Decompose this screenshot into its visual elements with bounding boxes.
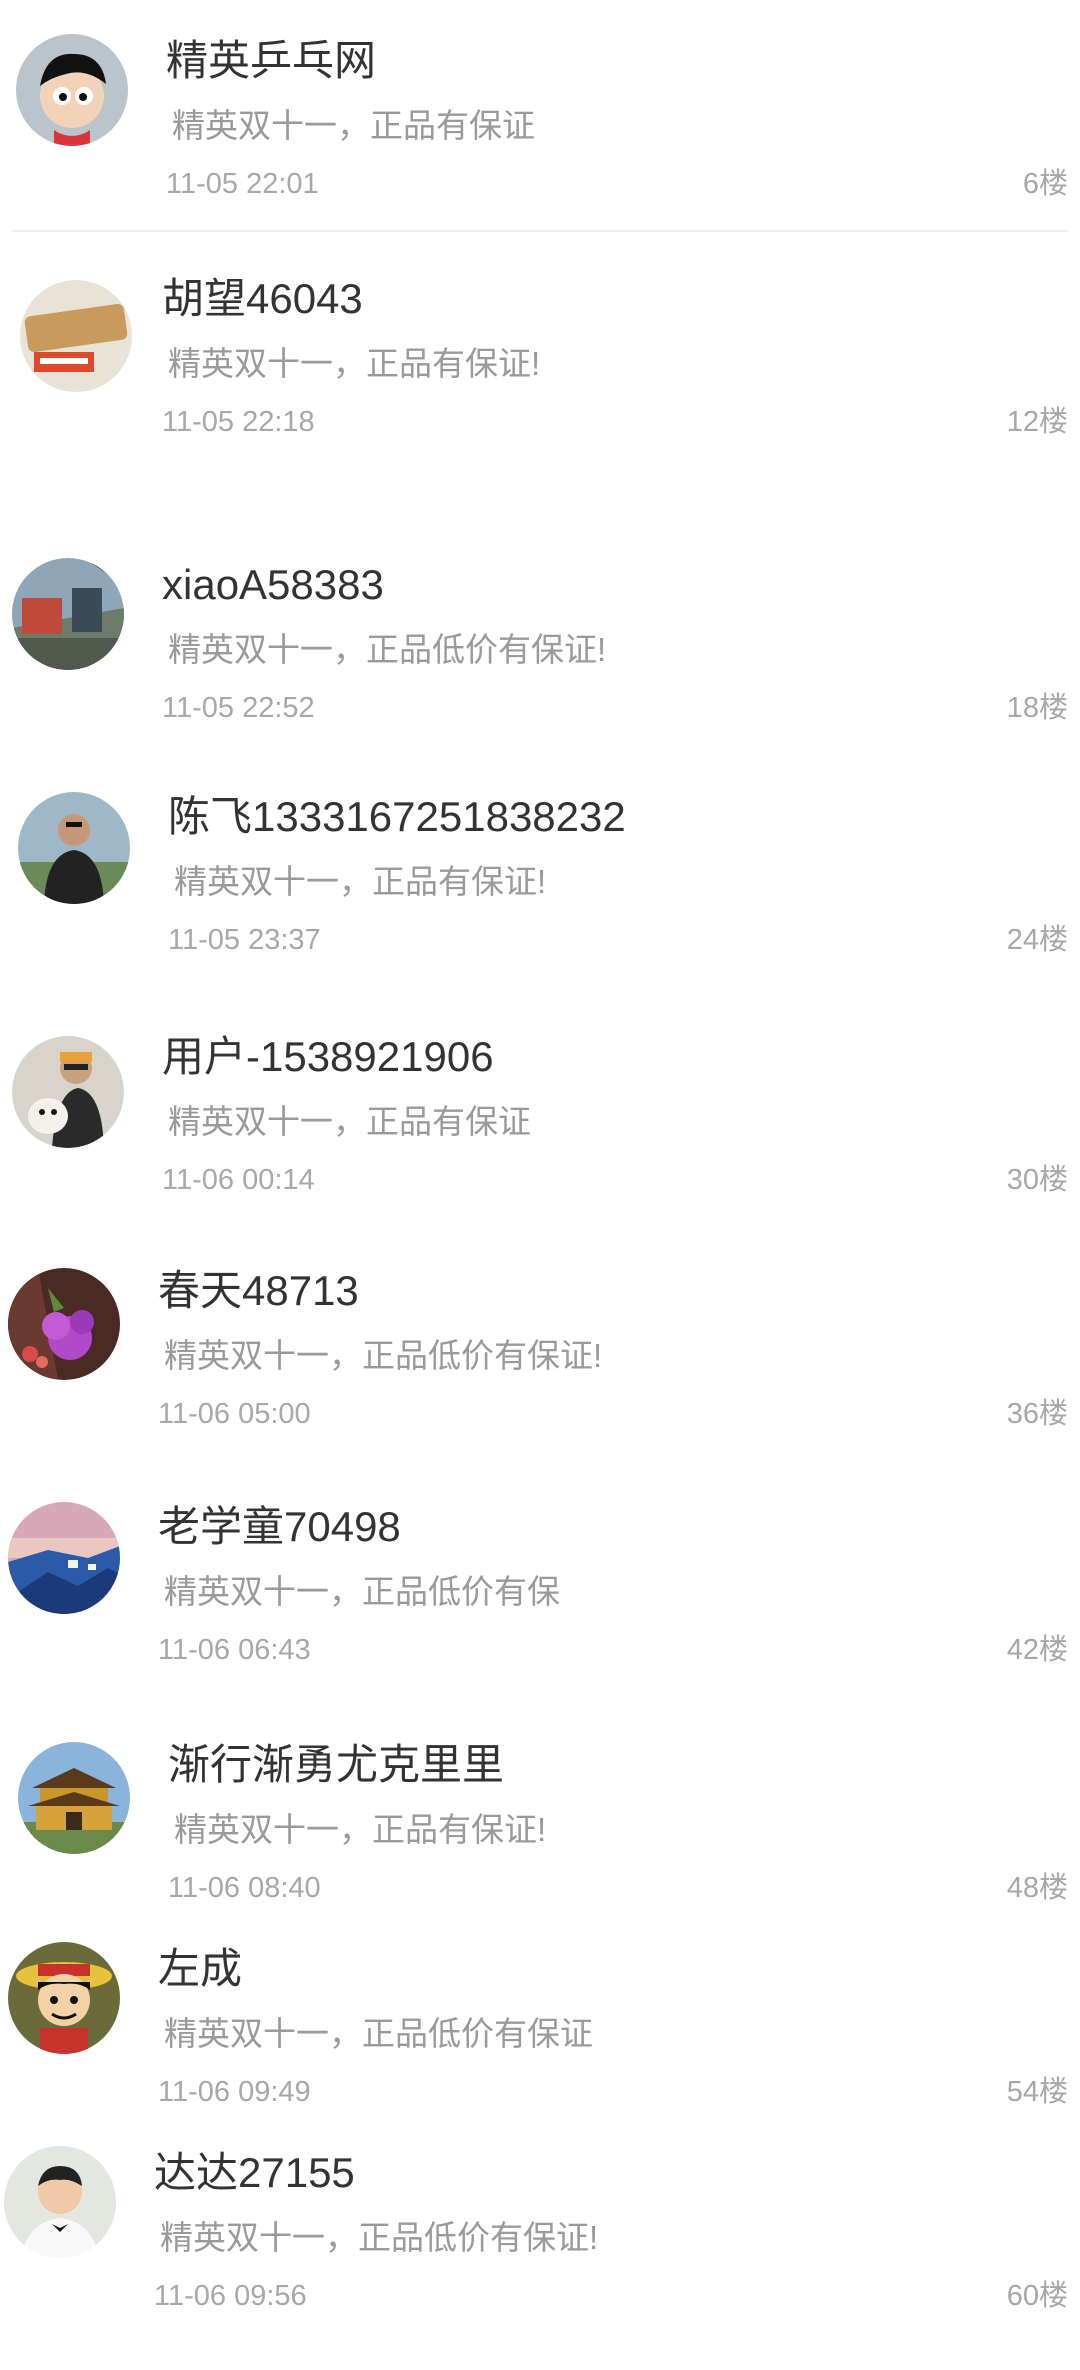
username[interactable]: 老学童70498 [158, 1502, 401, 1552]
temple-avatar[interactable] [18, 1742, 130, 1854]
username[interactable]: 春天48713 [158, 1266, 359, 1316]
comment-text: 精英双十一，正品有保证! [168, 345, 541, 382]
comment-text: 精英双十一，正品低价有保 [164, 1573, 560, 1610]
timestamp: 11-05 22:01 [166, 168, 319, 200]
comment-text: 精英双十一，正品有保证! [174, 1811, 547, 1848]
comment-text: 精英双十一，正品有保证 [168, 1103, 531, 1140]
young-man-portrait-avatar[interactable] [4, 2146, 116, 2258]
floor-number: 30楼 [1006, 1164, 1068, 1196]
floor-number: 42楼 [1006, 1634, 1068, 1666]
timestamp: 11-06 00:14 [162, 1164, 315, 1196]
username[interactable]: 用户-1538921906 [162, 1032, 494, 1082]
timestamp: 11-06 05:00 [158, 1398, 311, 1430]
timestamp: 11-06 09:49 [158, 2076, 311, 2108]
username[interactable]: 精英乒乓网 [166, 36, 376, 86]
street-scene-avatar[interactable] [12, 558, 124, 670]
floor-number: 60楼 [1006, 2280, 1068, 2312]
username[interactable]: 渐行渐勇尤克里里 [168, 1740, 504, 1790]
floor-number: 54楼 [1006, 2076, 1068, 2108]
comment-text: 精英双十一，正品低价有保证! [160, 2219, 599, 2256]
comment-text: 精英双十一，正品低价有保证 [164, 2015, 593, 2052]
comment-text: 精英双十一，正品低价有保证! [168, 631, 607, 668]
username[interactable]: xiaoA58383 [162, 560, 384, 610]
purple-flower-avatar[interactable] [8, 1268, 120, 1380]
floor-number: 6楼 [1022, 168, 1068, 200]
comment-text: 精英双十一，正品低价有保证! [164, 1337, 603, 1374]
floor-number: 18楼 [1006, 692, 1068, 724]
timestamp: 11-05 22:18 [162, 406, 315, 438]
straw-hat-cartoon-avatar[interactable] [8, 1942, 120, 2054]
floor-number: 12楼 [1006, 406, 1068, 438]
selfie-dog-avatar[interactable] [12, 1036, 124, 1148]
timestamp: 11-05 22:52 [162, 692, 315, 724]
floor-number: 24楼 [1006, 924, 1068, 956]
wood-sign-avatar[interactable] [20, 280, 132, 392]
username[interactable]: 陈飞1333167251838232 [168, 792, 626, 842]
floor-number: 48楼 [1006, 1872, 1068, 1904]
username[interactable]: 左成 [158, 1944, 242, 1994]
timestamp: 11-06 09:56 [154, 2280, 307, 2312]
timestamp: 11-06 08:40 [168, 1872, 321, 1904]
username[interactable]: 胡望46043 [162, 274, 363, 324]
comment-text: 精英双十一，正品有保证! [174, 863, 547, 900]
divider [12, 230, 1068, 232]
timestamp: 11-06 06:43 [158, 1634, 311, 1666]
comment-text: 精英双十一，正品有保证 [172, 107, 535, 144]
coastal-town-avatar[interactable] [8, 1502, 120, 1614]
timestamp: 11-05 23:37 [168, 924, 321, 956]
man-portrait-avatar[interactable] [18, 792, 130, 904]
cartoon-boy-avatar[interactable] [16, 34, 128, 146]
username[interactable]: 达达27155 [154, 2148, 355, 2198]
floor-number: 36楼 [1006, 1398, 1068, 1430]
